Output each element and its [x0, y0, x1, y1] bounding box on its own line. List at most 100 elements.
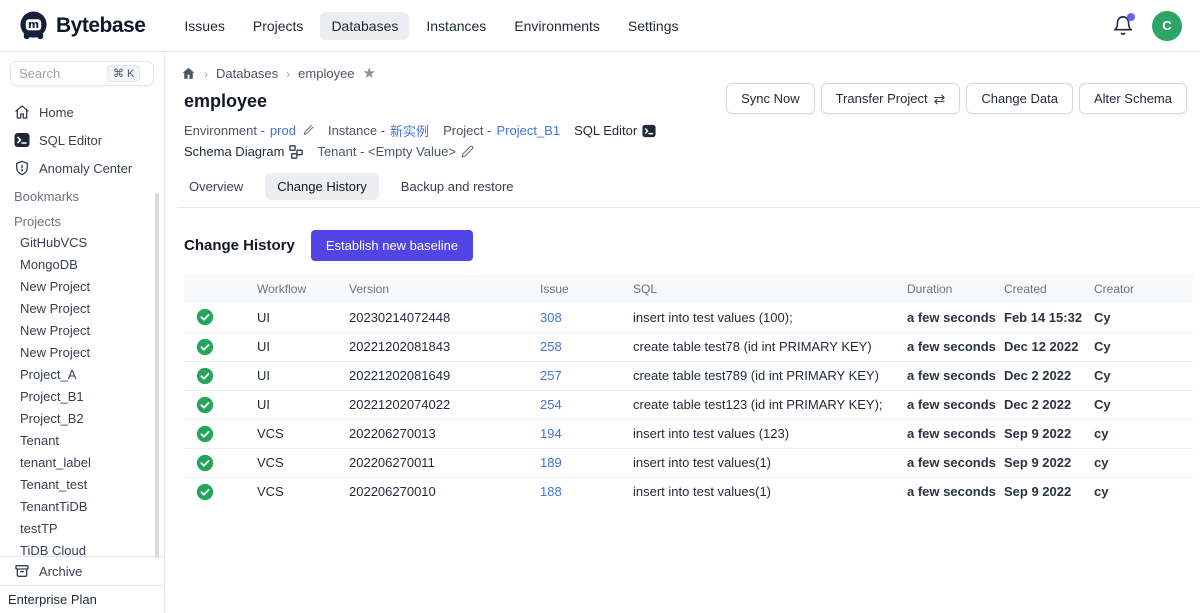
creator-cell: cy	[1094, 448, 1193, 477]
sidebar: ⌘ K Home SQL Editor Anomaly Center Bo	[0, 52, 165, 613]
version-cell: 202206270011	[349, 448, 540, 477]
search-input[interactable]	[19, 66, 103, 81]
table-row[interactable]: UI20221202081843258create table test78 (…	[184, 332, 1193, 361]
environment-link[interactable]: prod	[270, 123, 296, 138]
creator-cell: cy	[1094, 477, 1193, 506]
column-header-sql: SQL	[633, 275, 907, 303]
workflow-cell: UI	[257, 390, 349, 419]
column-header-workflow: Workflow	[257, 275, 349, 303]
table-row[interactable]: UI20230214072448308insert into test valu…	[184, 303, 1193, 332]
issue-cell: 254	[540, 390, 633, 419]
status-done-icon	[196, 396, 249, 414]
sidebar-project-mongodb[interactable]: MongoDB	[0, 254, 164, 276]
status-done-icon	[196, 367, 249, 385]
notifications-bell-icon[interactable]	[1112, 15, 1134, 37]
establish-new-baseline-button[interactable]: Establish new baseline	[311, 230, 473, 261]
issue-cell: 194	[540, 419, 633, 448]
avatar[interactable]: C	[1152, 11, 1182, 41]
workflow-cell: UI	[257, 332, 349, 361]
action-button-alter-schema[interactable]: Alter Schema	[1079, 83, 1187, 114]
table-row[interactable]: UI20221202081649257create table test789 …	[184, 361, 1193, 390]
sql-editor-shortcut[interactable]: SQL Editor	[574, 123, 656, 138]
breadcrumb-employee[interactable]: employee	[298, 66, 354, 81]
status-cell	[184, 448, 257, 477]
duration-cell: a few seconds	[907, 303, 1004, 332]
table-row[interactable]: VCS202206270013194insert into test value…	[184, 419, 1193, 448]
breadcrumb-databases[interactable]: Databases	[216, 66, 278, 81]
sql-cell: insert into test values(1)	[633, 448, 907, 477]
status-cell	[184, 332, 257, 361]
tab-change-history[interactable]: Change History	[265, 173, 379, 200]
sidebar-project-project-a[interactable]: Project_A	[0, 364, 164, 386]
sql-cell: insert into test values (123)	[633, 419, 907, 448]
action-button-label: Transfer Project	[836, 91, 928, 106]
status-cell	[184, 419, 257, 448]
table-row[interactable]: VCS202206270010188insert into test value…	[184, 477, 1193, 506]
sidebar-project-tenanttidb[interactable]: TenantTiDB	[0, 496, 164, 518]
sidebar-item-home[interactable]: Home	[0, 98, 164, 126]
tab-overview[interactable]: Overview	[177, 173, 255, 200]
issue-link[interactable]: 188	[540, 484, 562, 499]
sidebar-project-new-project[interactable]: New Project	[0, 298, 164, 320]
sidebar-item-sql-editor[interactable]: SQL Editor	[0, 126, 164, 154]
issue-link[interactable]: 258	[540, 339, 562, 354]
column-header-duration: Duration	[907, 275, 1004, 303]
page-actions: Sync NowTransfer Project⇄Change DataAlte…	[726, 83, 1187, 114]
schema-diagram-label: Schema Diagram	[184, 144, 284, 159]
issue-link[interactable]: 257	[540, 368, 562, 383]
sql-cell: create table test78 (id int PRIMARY KEY)	[633, 332, 907, 361]
edit-pencil-icon[interactable]	[461, 145, 474, 158]
brand-name: Bytebase	[56, 14, 145, 38]
nav-item-environments[interactable]: Environments	[503, 12, 611, 40]
nav-item-issues[interactable]: Issues	[173, 12, 235, 40]
version-cell: 20230214072448	[349, 303, 540, 332]
sidebar-item-label: Archive	[39, 564, 82, 579]
issue-cell: 188	[540, 477, 633, 506]
sidebar-project-tenant-test[interactable]: Tenant_test	[0, 474, 164, 496]
sidebar-project-testtp[interactable]: testTP	[0, 518, 164, 540]
column-header-status	[184, 275, 257, 303]
nav-item-projects[interactable]: Projects	[242, 12, 315, 40]
action-button-transfer-project[interactable]: Transfer Project⇄	[821, 83, 961, 114]
sidebar-item-anomaly-center[interactable]: Anomaly Center	[0, 154, 164, 182]
status-cell	[184, 361, 257, 390]
breadcrumb-home-icon[interactable]	[181, 66, 196, 81]
sql-cell: create table test789 (id int PRIMARY KEY…	[633, 361, 907, 390]
sidebar-scrollbar[interactable]	[155, 193, 159, 558]
nav-item-instances[interactable]: Instances	[415, 12, 497, 40]
shield-icon	[14, 160, 30, 176]
issue-link[interactable]: 254	[540, 397, 562, 412]
sidebar-project-tenant-label[interactable]: tenant_label	[0, 452, 164, 474]
sidebar-project-tenant[interactable]: Tenant	[0, 430, 164, 452]
search-box[interactable]: ⌘ K	[10, 61, 154, 86]
issue-link[interactable]: 308	[540, 310, 562, 325]
sidebar-project-project-b1[interactable]: Project_B1	[0, 386, 164, 408]
sidebar-project-new-project[interactable]: New Project	[0, 320, 164, 342]
sidebar-project-new-project[interactable]: New Project	[0, 342, 164, 364]
plan-label: Enterprise Plan	[0, 585, 164, 613]
created-cell: Dec 12 2022	[1004, 332, 1094, 361]
project-link[interactable]: Project_B1	[496, 123, 560, 138]
action-button-sync-now[interactable]: Sync Now	[726, 83, 815, 114]
issue-link[interactable]: 194	[540, 426, 562, 441]
table-row[interactable]: VCS202206270011189insert into test value…	[184, 448, 1193, 477]
sidebar-item-label: Anomaly Center	[39, 161, 132, 176]
sidebar-project-githubvcs[interactable]: GitHubVCS	[0, 232, 164, 254]
sidebar-project-new-project[interactable]: New Project	[0, 276, 164, 298]
action-button-change-data[interactable]: Change Data	[966, 83, 1073, 114]
issue-link[interactable]: 189	[540, 455, 562, 470]
sidebar-project-project-b2[interactable]: Project_B2	[0, 408, 164, 430]
instance-link[interactable]: 新实例	[390, 121, 429, 140]
bookmark-star-icon[interactable]: ★	[363, 68, 376, 80]
nav-item-databases[interactable]: Databases	[320, 12, 409, 40]
status-cell	[184, 477, 257, 506]
nav-item-settings[interactable]: Settings	[617, 12, 690, 40]
tab-backup-and-restore[interactable]: Backup and restore	[389, 173, 526, 200]
workflow-cell: VCS	[257, 477, 349, 506]
table-row[interactable]: UI20221202074022254create table test123 …	[184, 390, 1193, 419]
bytebase-logo[interactable]: m Bytebase	[18, 10, 145, 41]
schema-diagram-shortcut[interactable]: Schema Diagram	[184, 144, 303, 159]
sidebar-item-archive[interactable]: Archive	[0, 557, 164, 585]
status-done-icon	[196, 338, 249, 356]
edit-pen-icon[interactable]	[301, 124, 314, 137]
